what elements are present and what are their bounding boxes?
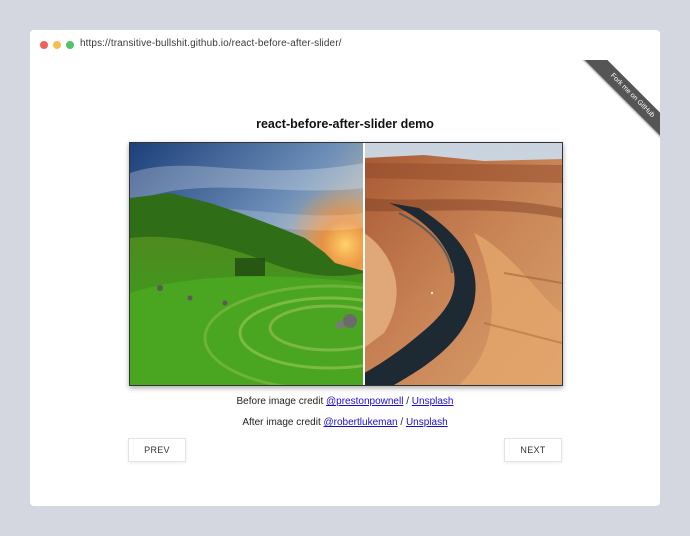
address-bar[interactable]: https://transitive-bullshit.github.io/re… bbox=[80, 38, 342, 49]
prev-button[interactable]: PREV bbox=[128, 438, 186, 462]
before-image-credit: Before image credit @prestonpownell / Un… bbox=[30, 396, 660, 407]
browser-titlebar: https://transitive-bullshit.github.io/re… bbox=[30, 30, 660, 60]
page-title: react-before-after-slider demo bbox=[256, 117, 434, 131]
github-ribbon-container: Fork me on GitHub bbox=[570, 60, 660, 150]
browser-window: https://transitive-bullshit.github.io/re… bbox=[30, 30, 660, 506]
after-credit-author-link[interactable]: @robertlukeman bbox=[324, 417, 398, 428]
minimize-window-dot[interactable] bbox=[53, 41, 61, 49]
after-credit-separator: / bbox=[397, 417, 406, 428]
before-image bbox=[130, 143, 364, 385]
before-after-slider[interactable] bbox=[129, 142, 563, 386]
after-credit-source-link[interactable]: Unsplash bbox=[406, 417, 448, 428]
canyon-image bbox=[364, 143, 562, 385]
after-image-credit: After image credit @robertlukeman / Unsp… bbox=[30, 417, 660, 428]
before-credit-separator: / bbox=[403, 396, 412, 407]
next-button[interactable]: NEXT bbox=[504, 438, 562, 462]
before-credit-prefix: Before image credit bbox=[236, 396, 327, 407]
landscape-image bbox=[130, 143, 364, 385]
before-credit-author-link[interactable]: @prestonpownell bbox=[326, 396, 403, 407]
maximize-window-dot[interactable] bbox=[66, 41, 74, 49]
fork-on-github-ribbon[interactable]: Fork me on GitHub bbox=[576, 60, 660, 150]
slider-divider-handle[interactable] bbox=[363, 143, 365, 385]
after-credit-prefix: After image credit bbox=[242, 417, 324, 428]
after-image bbox=[364, 143, 562, 385]
before-credit-source-link[interactable]: Unsplash bbox=[412, 396, 454, 407]
close-window-dot[interactable] bbox=[40, 41, 48, 49]
